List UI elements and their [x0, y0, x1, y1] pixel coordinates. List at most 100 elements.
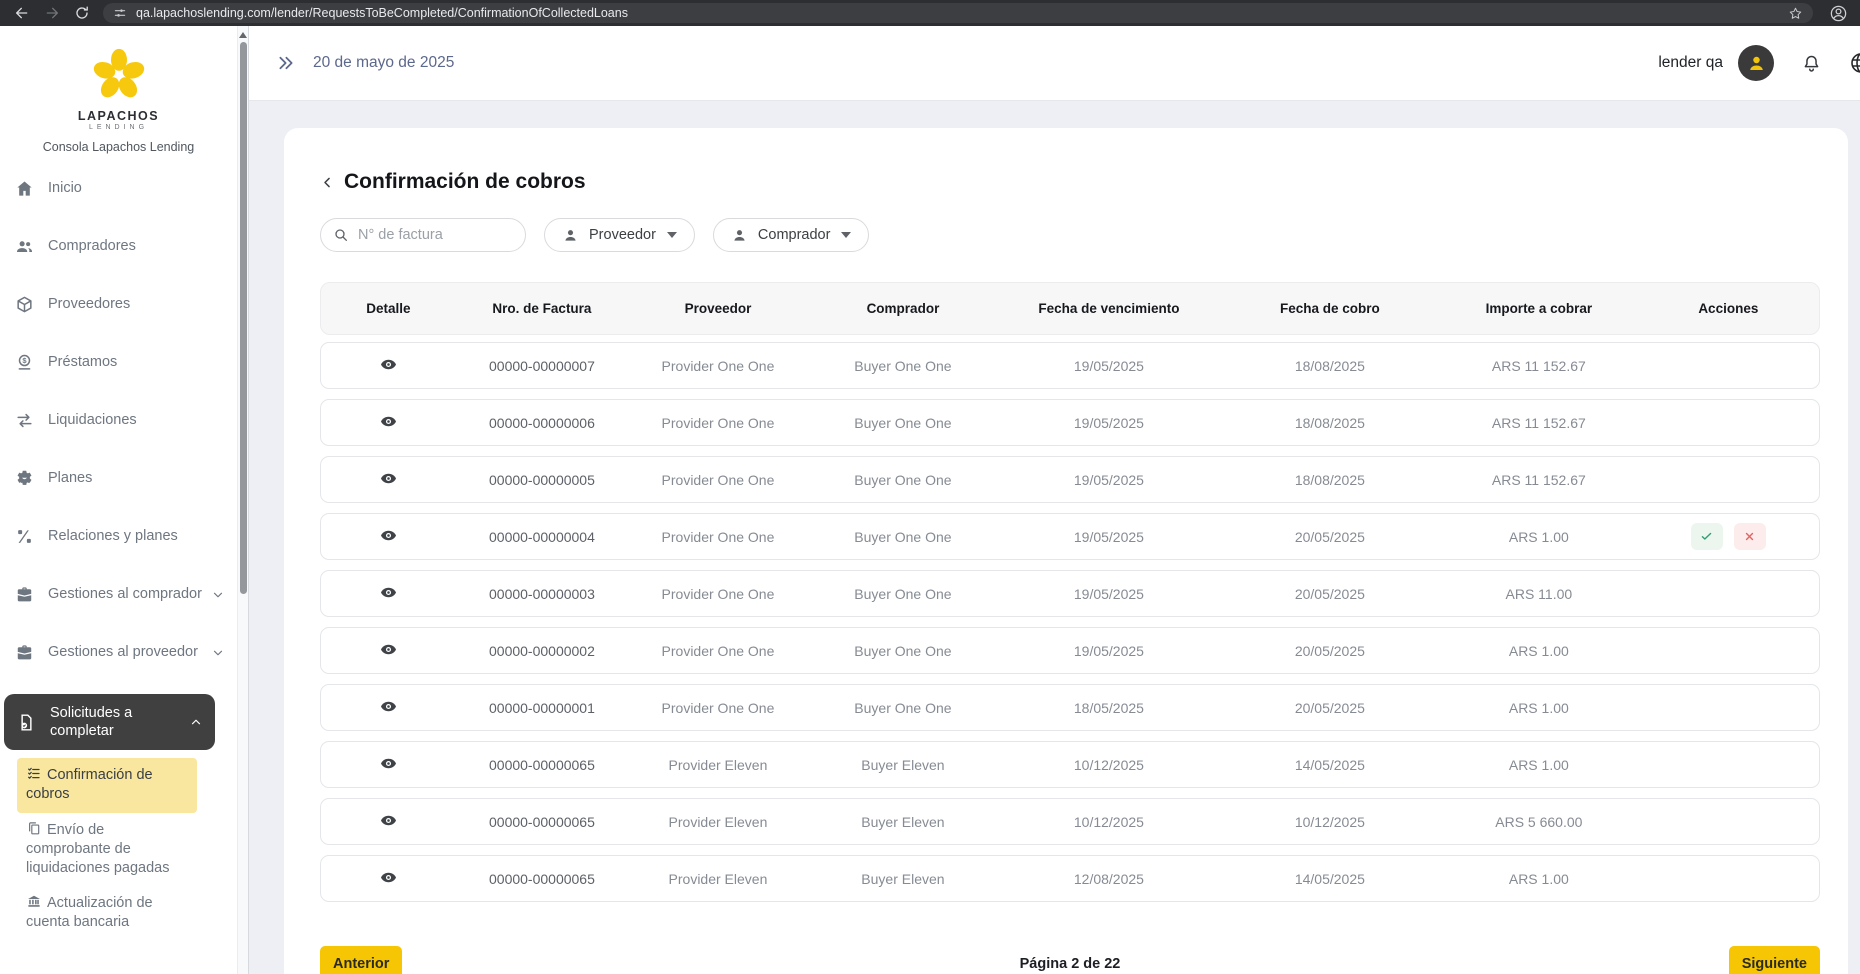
sidebar-item-liquidaciones[interactable]: Liquidaciones: [0, 404, 237, 437]
sidebar-subnav: Confirmación de cobros Envío de comproban…: [0, 758, 237, 940]
invoice-number-cell: 00000-00000003: [456, 586, 628, 602]
briefcase-icon: [14, 584, 35, 605]
table-row[interactable]: 00000-00000002Provider One OneBuyer One …: [320, 627, 1820, 674]
table-row[interactable]: 00000-00000065Provider ElevenBuyer Eleve…: [320, 741, 1820, 788]
collections-table: 00000-00000007Provider One OneBuyer One …: [320, 342, 1820, 902]
amount-cell: ARS 11 152.67: [1440, 415, 1638, 431]
view-detail-button[interactable]: [377, 469, 399, 487]
table-row[interactable]: 00000-00000003Provider One OneBuyer One …: [320, 570, 1820, 617]
sidebar-subitem-confirmacion-de-cobros[interactable]: Confirmación de cobros: [17, 758, 197, 812]
table-header: DetalleNro. de FacturaProveedorComprador…: [320, 282, 1820, 335]
buyer-filter-dropdown[interactable]: Comprador: [713, 218, 870, 252]
collection-date-cell: 18/08/2025: [1220, 358, 1440, 374]
sidebar-subitem-actualizacion-de-cuenta-bancaria[interactable]: Actualización de cuenta bancaria: [17, 886, 197, 940]
reload-icon[interactable]: [74, 5, 90, 21]
table-row[interactable]: 00000-00000065Provider ElevenBuyer Eleve…: [320, 798, 1820, 845]
view-detail-button[interactable]: [377, 868, 399, 886]
sidebar-item-planes[interactable]: Planes: [0, 462, 237, 495]
view-detail-button[interactable]: [377, 526, 399, 544]
sidebar-subitem-envio-de-comprobante-de-liquidaciones-pagadas[interactable]: Envío de comprobante de liquidaciones pa…: [17, 813, 197, 886]
package-icon: [14, 294, 35, 315]
table-row[interactable]: 00000-00000004Provider One OneBuyer One …: [320, 513, 1820, 560]
invoice-number-cell: 00000-00000005: [456, 472, 628, 488]
invoice-number-cell: 00000-00000065: [456, 757, 628, 773]
provider-cell: Provider One One: [628, 586, 808, 602]
browser-profile-icon[interactable]: [1829, 4, 1848, 23]
bell-icon[interactable]: [1801, 53, 1822, 74]
back-icon[interactable]: [14, 5, 30, 21]
home-icon: [14, 178, 35, 199]
eye-icon: [380, 698, 397, 715]
invoice-number-cell: 00000-00000002: [456, 643, 628, 659]
content-card: Confirmación de cobros Proveedor: [284, 128, 1848, 974]
due-date-cell: 19/05/2025: [998, 643, 1220, 659]
forward-icon[interactable]: [44, 5, 60, 21]
scrollbar-up-arrow[interactable]: [239, 32, 247, 38]
user-name: lender qa: [1658, 54, 1723, 72]
scrollbar-thumb[interactable]: [240, 42, 247, 594]
amount-cell: ARS 11.00: [1440, 586, 1638, 602]
bookmark-star-icon[interactable]: [1788, 6, 1803, 21]
globe-icon[interactable]: [1849, 51, 1860, 75]
provider-filter-dropdown[interactable]: Proveedor: [544, 218, 695, 252]
swap-icon: [14, 410, 35, 431]
amount-cell: ARS 1.00: [1440, 700, 1638, 716]
eye-icon: [380, 470, 397, 487]
sidebar-item-gestiones-al-comprador[interactable]: Gestiones al comprador: [0, 578, 237, 611]
reject-button[interactable]: [1734, 523, 1766, 550]
view-detail-button[interactable]: [377, 811, 399, 829]
collection-date-cell: 14/05/2025: [1220, 757, 1440, 773]
sidebar-item-compradores[interactable]: Compradores: [0, 230, 237, 263]
sidebar-item-proveedores[interactable]: Proveedores: [0, 288, 237, 321]
amount-cell: ARS 5 660.00: [1440, 814, 1638, 830]
approve-button[interactable]: [1691, 523, 1723, 550]
view-detail-button[interactable]: [377, 640, 399, 658]
avatar[interactable]: [1738, 45, 1774, 81]
magnifier-icon: [333, 227, 349, 243]
eye-icon: [380, 869, 397, 886]
invoice-search-field[interactable]: [320, 218, 526, 252]
eye-icon: [380, 755, 397, 772]
table-row[interactable]: 00000-00000001Provider One OneBuyer One …: [320, 684, 1820, 731]
previous-page-button[interactable]: Anterior: [320, 946, 402, 974]
column-header-fecha-de-vencimiento: Fecha de vencimiento: [998, 301, 1220, 316]
back-button[interactable]: [320, 175, 335, 190]
brand-subtitle: LENDING: [0, 124, 237, 131]
sidebar-item-inicio[interactable]: Inicio: [0, 172, 237, 205]
view-detail-button[interactable]: [377, 697, 399, 715]
sidebar-item-label: Planes: [48, 469, 225, 487]
sidebar-nav: Inicio Compradores Proveedores $Préstamos Li…: [0, 172, 237, 750]
expand-sidebar-double-chevron-icon[interactable]: [277, 54, 295, 72]
sidebar-item-prestamos[interactable]: $Préstamos: [0, 346, 237, 379]
view-detail-button[interactable]: [377, 355, 399, 373]
invoice-search-input[interactable]: [358, 227, 508, 243]
sidebar-item-gestiones-al-proveedor[interactable]: Gestiones al proveedor: [0, 636, 237, 669]
due-date-cell: 19/05/2025: [998, 586, 1220, 602]
table-row[interactable]: 00000-00000007Provider One OneBuyer One …: [320, 342, 1820, 389]
invoice-number-cell: 00000-00000065: [456, 871, 628, 887]
column-header-proveedor: Proveedor: [628, 301, 808, 316]
person-icon: [562, 227, 579, 244]
buyer-cell: Buyer One One: [808, 358, 998, 374]
provider-cell: Provider One One: [628, 700, 808, 716]
due-date-cell: 12/08/2025: [998, 871, 1220, 887]
chevron-up-icon: [189, 715, 203, 729]
view-detail-button[interactable]: [377, 412, 399, 430]
site-settings-icon[interactable]: [113, 6, 127, 20]
url-bar[interactable]: qa.lapachoslending.com/lender/RequestsTo…: [103, 3, 1813, 23]
table-row[interactable]: 00000-00000065Provider ElevenBuyer Eleve…: [320, 855, 1820, 902]
collection-date-cell: 20/05/2025: [1220, 700, 1440, 716]
table-row[interactable]: 00000-00000005Provider One OneBuyer One …: [320, 456, 1820, 503]
svg-text:$: $: [22, 356, 27, 365]
sidebar-item-relaciones-y-planes[interactable]: Relaciones y planes: [0, 520, 237, 553]
view-detail-button[interactable]: [377, 754, 399, 772]
sidebar-item-solicitudes-a-completar[interactable]: Solicitudes a completar: [4, 694, 215, 750]
due-date-cell: 18/05/2025: [998, 700, 1220, 716]
copy-file-icon: [26, 821, 42, 836]
table-row[interactable]: 00000-00000006Provider One OneBuyer One …: [320, 399, 1820, 446]
sidebar-subitem-label: Confirmación de cobros: [26, 767, 153, 802]
eye-icon: [380, 641, 397, 658]
view-detail-button[interactable]: [377, 583, 399, 601]
amount-cell: ARS 1.00: [1440, 643, 1638, 659]
next-page-button[interactable]: Siguiente: [1729, 946, 1820, 974]
